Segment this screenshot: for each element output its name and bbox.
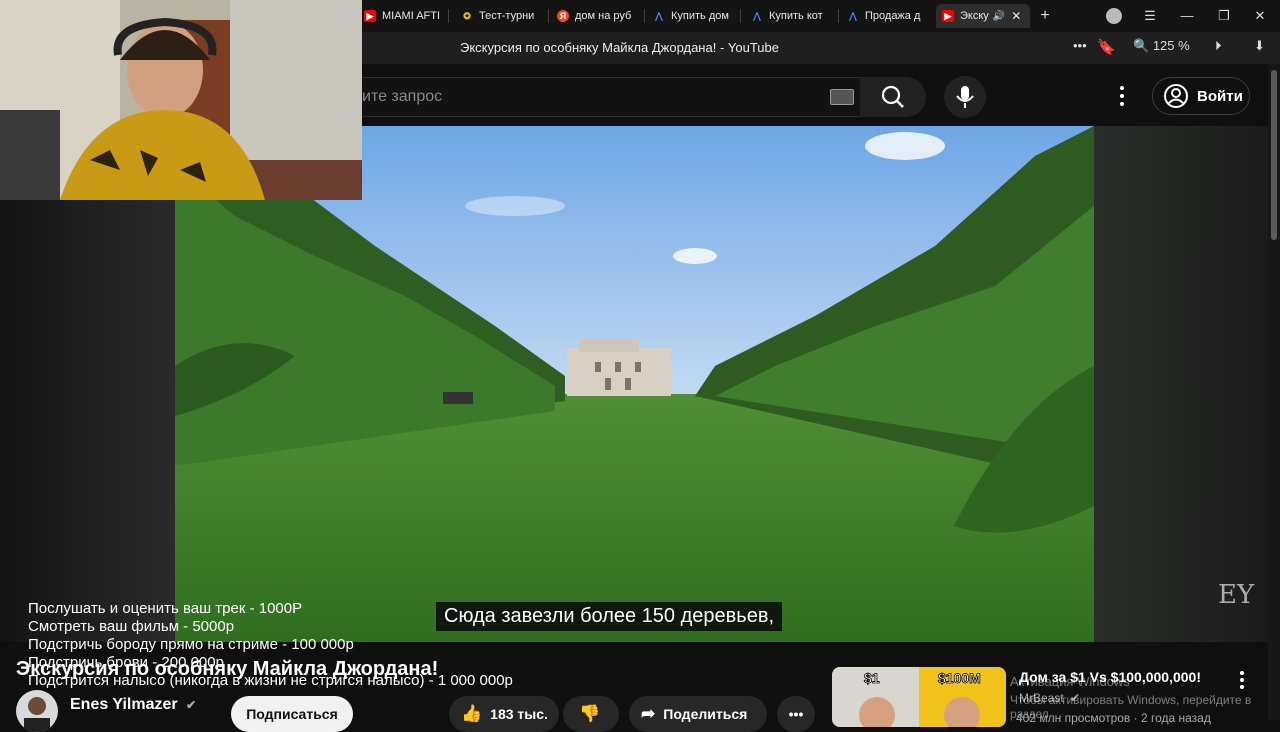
- tab-test-tournament[interactable]: ✪ Тест-турни: [461, 4, 541, 28]
- address-page-title[interactable]: Экскурсия по особняку Майкла Джордана! -…: [460, 40, 779, 55]
- tab-label: Купить дом: [671, 10, 729, 22]
- tab-separator: [548, 9, 549, 23]
- login-button[interactable]: Войти: [1152, 77, 1250, 115]
- close-window-icon[interactable]: ✕: [1250, 6, 1270, 26]
- tab-active-tour[interactable]: ▶ Экску 🔊 ✕: [936, 4, 1030, 28]
- tab-separator: [644, 9, 645, 23]
- verified-icon: ✔: [186, 698, 197, 712]
- thumbs-up-icon: 👍: [461, 704, 483, 723]
- microphone-icon: [956, 86, 974, 108]
- channel-name-text: Enes Yilmazer: [70, 696, 178, 713]
- more-actions-button[interactable]: •••: [777, 696, 815, 732]
- new-tab-plus-icon[interactable]: +: [1035, 6, 1055, 26]
- tab-sale[interactable]: ⋀ Продажа д: [847, 4, 927, 28]
- settings-dots-icon[interactable]: [1118, 84, 1126, 108]
- streamer-webcam: [0, 0, 362, 200]
- like-button[interactable]: 👍 183 тыс.: [449, 696, 559, 732]
- bookmark-icon[interactable]: 🔖: [1097, 38, 1116, 56]
- overlay-line: Подстричь бороду прямо на стриме - 100 0…: [28, 636, 354, 653]
- tab-label: Продажа д: [865, 10, 921, 22]
- share-icon: ➦: [641, 704, 656, 723]
- subscribe-button[interactable]: Подписаться: [231, 696, 353, 732]
- tab-label: дом на руб: [575, 10, 632, 22]
- tab-separator: [838, 9, 839, 23]
- search-icon: [881, 85, 904, 108]
- menu-icon[interactable]: ☰: [1140, 6, 1160, 26]
- yandex-icon: Я: [557, 10, 569, 22]
- video-blur-left: [0, 126, 175, 642]
- tab-house-search[interactable]: Я дом на руб: [557, 4, 637, 28]
- scrollbar-thumb[interactable]: [1271, 70, 1277, 240]
- tab-miami[interactable]: ▶ MIAMI AFTI: [364, 4, 440, 28]
- video-blur-right: [1094, 126, 1268, 642]
- dislike-button[interactable]: 👎: [563, 696, 619, 732]
- minimize-icon[interactable]: —: [1177, 6, 1197, 26]
- search-button[interactable]: [860, 77, 926, 117]
- tab-buy-cottage[interactable]: ⋀ Купить кот: [751, 4, 831, 28]
- zoom-indicator[interactable]: 🔍 125 %: [1133, 38, 1190, 54]
- search-placeholder: ите запрос: [362, 88, 443, 105]
- thumb-label-right: $100M: [938, 670, 981, 686]
- overlay-line: Смотреть ваш фильм - 5000р: [28, 618, 235, 635]
- channel-watermark-logo[interactable]: EY: [1218, 580, 1254, 610]
- mansion-lawn-scene: [175, 126, 1094, 642]
- avito-icon: ⋀: [849, 10, 857, 21]
- star-icon: ✪: [463, 10, 471, 21]
- webcam-image: [0, 0, 362, 200]
- thumbs-down-icon: 👎: [579, 704, 601, 723]
- more-dots-icon[interactable]: •••: [1073, 38, 1087, 53]
- recommendation-thumbnail[interactable]: $1 $100M: [832, 667, 1006, 727]
- overlay-line: Послушать и оценить ваш трек - 1000Р: [28, 600, 303, 617]
- login-label: Войти: [1197, 87, 1243, 105]
- recommendation-more-icon[interactable]: [1239, 670, 1245, 690]
- voice-search-button[interactable]: [944, 76, 986, 118]
- close-tab-icon[interactable]: ✕: [1011, 9, 1021, 23]
- restore-icon[interactable]: ❐: [1214, 6, 1234, 26]
- avito-icon: ⋀: [655, 10, 663, 21]
- page-scrollbar[interactable]: [1268, 64, 1280, 720]
- download-icon[interactable]: ⬇: [1254, 38, 1265, 54]
- tab-label: Купить кот: [769, 10, 823, 22]
- profile-icon[interactable]: [1104, 6, 1124, 26]
- avito-icon: ⋀: [753, 10, 761, 21]
- youtube-icon: ▶: [364, 10, 376, 22]
- windows-activation-title: Активация Windows: [1010, 674, 1130, 689]
- tab-separator: [740, 9, 741, 23]
- speaker-icon[interactable]: 🔊: [993, 11, 1005, 22]
- share-button[interactable]: ➦ Поделиться: [629, 696, 767, 732]
- keyboard-icon[interactable]: [830, 89, 854, 105]
- zoom-level: 125 %: [1152, 38, 1190, 53]
- tab-separator: [448, 9, 449, 23]
- tab-label: Тест-турни: [479, 10, 535, 22]
- channel-avatar[interactable]: [16, 690, 58, 732]
- recommendation-meta: 402 млн просмотров · 2 года назад: [1016, 711, 1211, 725]
- youtube-icon: ▶: [942, 10, 954, 22]
- video-title: Экскурсия по особняку Майкла Джордана!: [16, 658, 439, 680]
- tab-buy-house[interactable]: ⋀ Купить дом: [653, 4, 733, 28]
- zoom-icon: 🔍: [1133, 38, 1150, 53]
- tab-label: MIAMI AFTI: [382, 10, 440, 22]
- media-icon[interactable]: ⏵: [1215, 38, 1222, 54]
- thumb-label-left: $1: [864, 670, 880, 686]
- tab-label: Экску: [960, 10, 989, 22]
- channel-name[interactable]: Enes Yilmazer ✔: [70, 696, 196, 714]
- video-frame[interactable]: [175, 126, 1094, 642]
- account-icon: [1164, 84, 1188, 108]
